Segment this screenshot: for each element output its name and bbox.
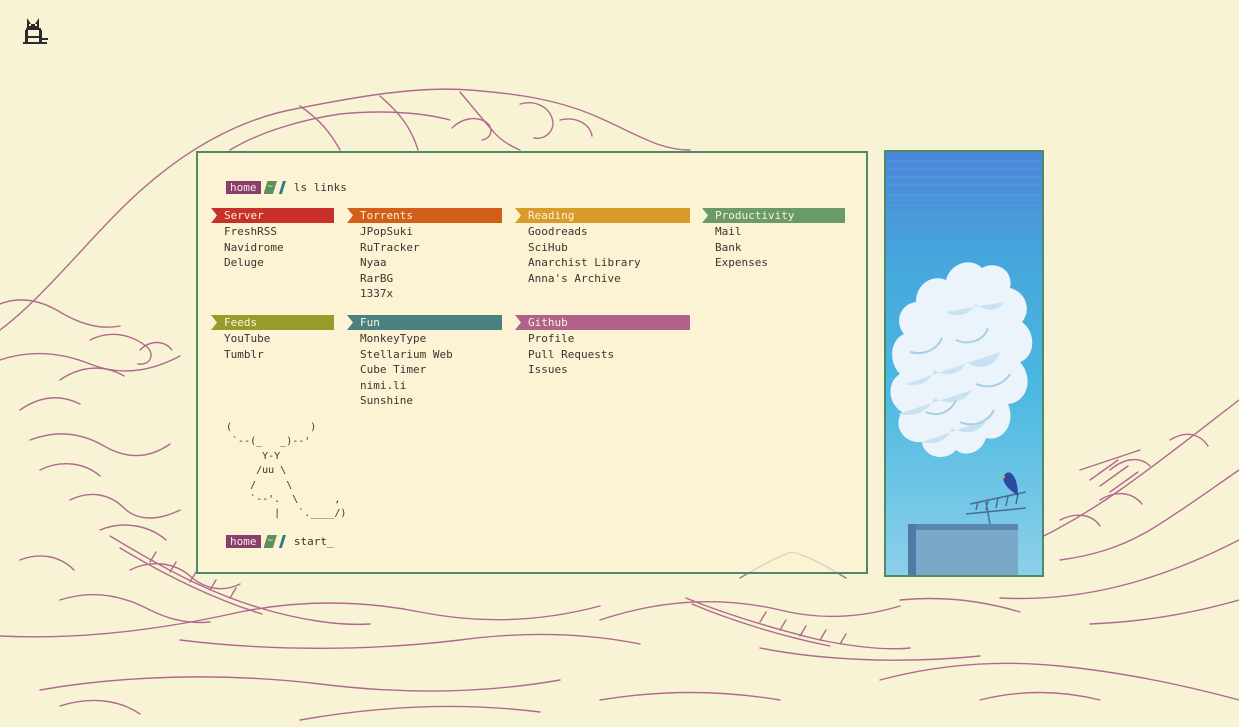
link-bank[interactable]: Bank	[715, 240, 845, 256]
link-mail[interactable]: Mail	[715, 224, 845, 240]
link-scihub[interactable]: SciHub	[528, 240, 690, 256]
category-productivity: Productivity Mail Bank Expenses	[702, 208, 845, 271]
link-sunshine[interactable]: Sunshine	[360, 393, 502, 409]
category-title: Torrents	[347, 208, 502, 223]
link-nimi-li[interactable]: nimi.li	[360, 378, 502, 394]
prompt-home-segment: home	[226, 535, 261, 548]
prompt-tilde-segment: ~	[264, 535, 277, 548]
link-jpopsuki[interactable]: JPopSuki	[360, 224, 502, 240]
category-title: Fun	[347, 315, 502, 330]
link-tumblr[interactable]: Tumblr	[224, 347, 334, 363]
category-title: Server	[211, 208, 334, 223]
link-goodreads[interactable]: Goodreads	[528, 224, 690, 240]
link-stellarium-web[interactable]: Stellarium Web	[360, 347, 502, 363]
category-reading: Reading Goodreads SciHub Anarchist Libra…	[515, 208, 690, 286]
link-youtube[interactable]: YouTube	[224, 331, 334, 347]
link-monkeytype[interactable]: MonkeyType	[360, 331, 502, 347]
link-profile[interactable]: Profile	[528, 331, 690, 347]
prompt-input[interactable]: start_	[294, 535, 334, 548]
link-nyaa[interactable]: Nyaa	[360, 255, 502, 271]
terminal-panel: home ~ ls links Server FreshRSS Navidrom…	[196, 151, 868, 574]
category-title: Github	[515, 315, 690, 330]
prompt-line-bottom: home ~ start_	[226, 535, 334, 548]
category-title: Feeds	[211, 315, 334, 330]
link-expenses[interactable]: Expenses	[715, 255, 845, 271]
link-navidrome[interactable]: Navidrome	[224, 240, 334, 256]
prompt-tilde-segment: ~	[264, 181, 277, 194]
link-anarchist-library[interactable]: Anarchist Library	[528, 255, 690, 271]
link-rutracker[interactable]: RuTracker	[360, 240, 502, 256]
category-fun: Fun MonkeyType Stellarium Web Cube Timer…	[347, 315, 502, 409]
link-cube-timer[interactable]: Cube Timer	[360, 362, 502, 378]
category-github: Github Profile Pull Requests Issues	[515, 315, 690, 378]
prompt-tail-segment	[279, 535, 286, 548]
category-torrents: Torrents JPopSuki RuTracker Nyaa RarBG 1…	[347, 208, 502, 302]
category-server: Server FreshRSS Navidrome Deluge	[211, 208, 334, 271]
prompt-home-segment: home	[226, 181, 261, 194]
prompt-command: ls links	[293, 181, 347, 194]
link-freshrss[interactable]: FreshRSS	[224, 224, 334, 240]
prompt-tail-segment	[279, 181, 286, 194]
category-title: Reading	[515, 208, 690, 223]
link-rarbg[interactable]: RarBG	[360, 271, 502, 287]
sky-pixel-art-panel	[884, 150, 1044, 577]
category-feeds: Feeds YouTube Tumblr	[211, 315, 334, 362]
link-deluge[interactable]: Deluge	[224, 255, 334, 271]
link-annas-archive[interactable]: Anna's Archive	[528, 271, 690, 287]
ascii-art: ( ) `--(_ _)--' Y-Y /uu \ / \ `--'. \ , …	[226, 422, 347, 520]
link-issues[interactable]: Issues	[528, 362, 690, 378]
cat-logo-icon[interactable]	[20, 16, 50, 48]
sky-clouds-image	[886, 152, 1042, 575]
prompt-line: home ~ ls links	[226, 181, 347, 194]
link-1337x[interactable]: 1337x	[360, 286, 502, 302]
link-pull-requests[interactable]: Pull Requests	[528, 347, 690, 363]
category-title: Productivity	[702, 208, 845, 223]
